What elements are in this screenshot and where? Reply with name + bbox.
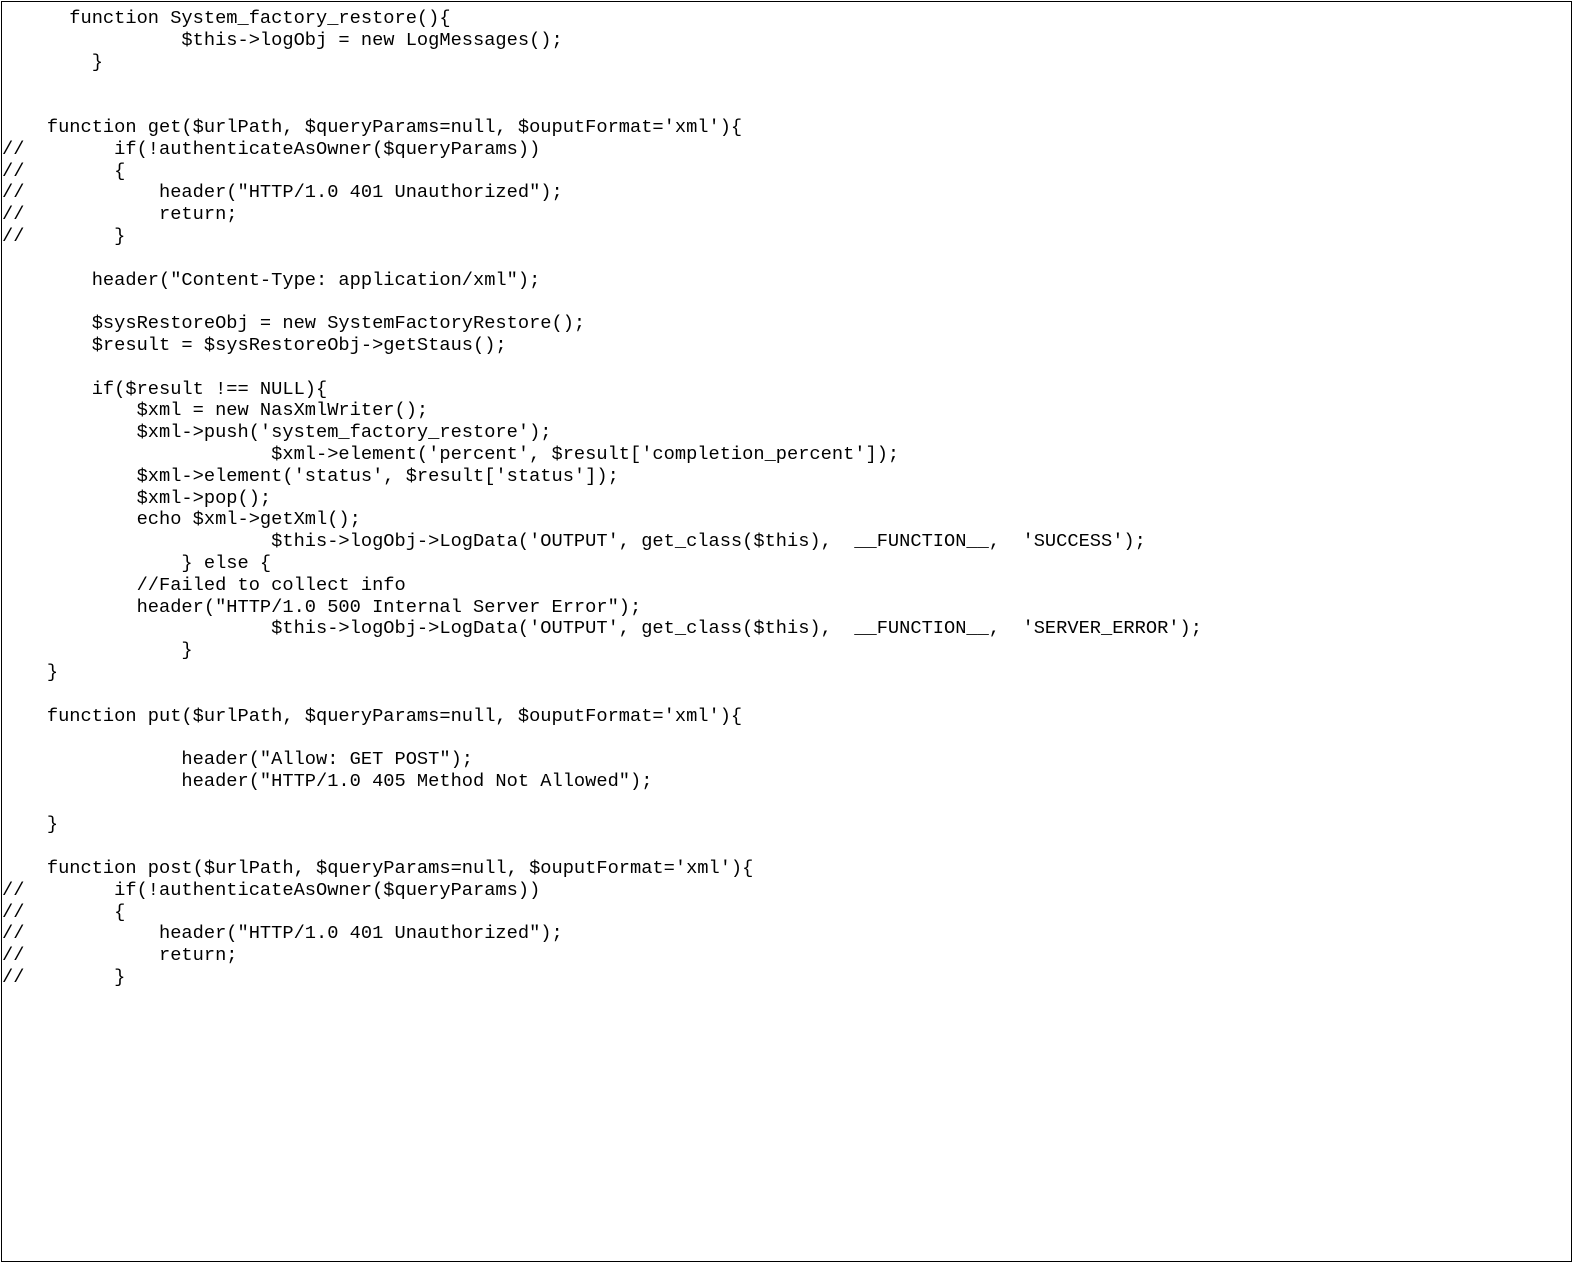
code-frame: function System_factory_restore(){ $this… (1, 1, 1572, 1262)
source-code: function System_factory_restore(){ $this… (2, 2, 1571, 989)
